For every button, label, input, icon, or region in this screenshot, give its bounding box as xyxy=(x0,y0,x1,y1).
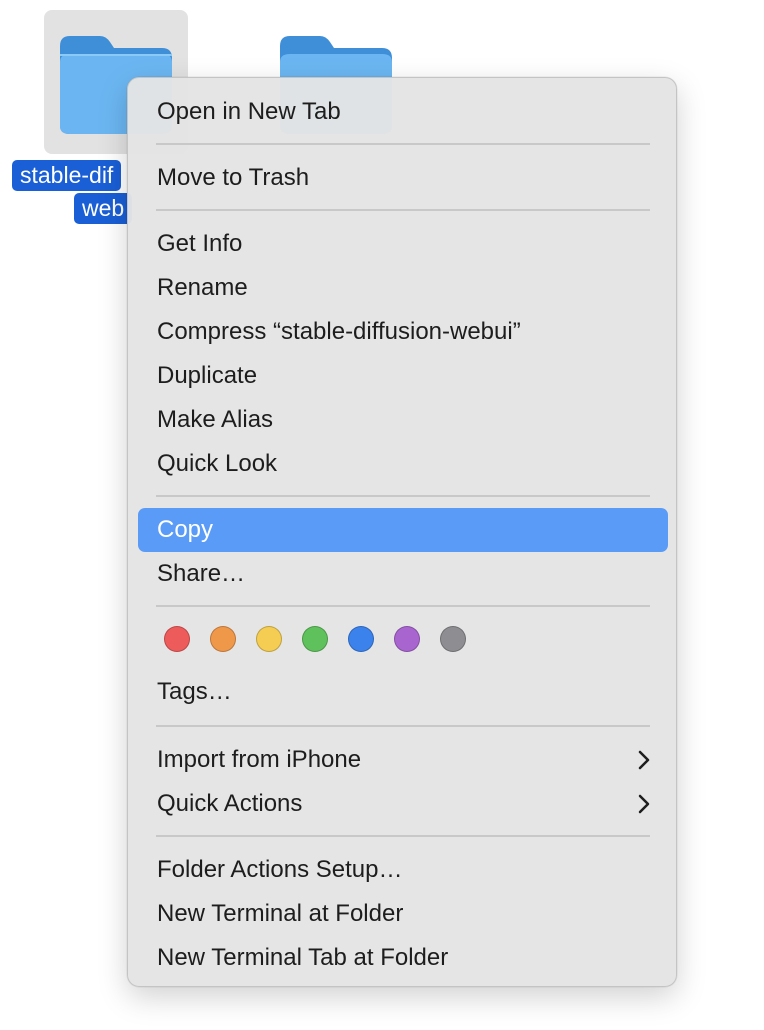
desktop: stable-dif web Open in New Tab Move to T… xyxy=(0,0,764,1030)
tag-blue-dot[interactable] xyxy=(348,626,374,652)
context-menu: Open in New Tab Move to Trash Get Info R… xyxy=(127,77,677,987)
tag-purple-dot[interactable] xyxy=(394,626,420,652)
tag-red-dot[interactable] xyxy=(164,626,190,652)
menu-item-copy[interactable]: Copy xyxy=(138,508,668,552)
menu-item-open-in-new-tab[interactable]: Open in New Tab xyxy=(138,90,668,134)
menu-separator xyxy=(156,143,650,145)
menu-item-quick-actions[interactable]: Quick Actions xyxy=(138,782,668,826)
menu-item-compress[interactable]: Compress “stable-diffusion-webui” xyxy=(138,310,668,354)
menu-item-import-from-iphone[interactable]: Import from iPhone xyxy=(138,738,668,782)
tag-green-dot[interactable] xyxy=(302,626,328,652)
menu-separator xyxy=(156,605,650,607)
menu-separator xyxy=(156,725,650,727)
menu-item-new-terminal-at-folder[interactable]: New Terminal at Folder xyxy=(138,892,668,936)
chevron-right-icon xyxy=(638,794,650,814)
menu-item-get-info[interactable]: Get Info xyxy=(138,222,668,266)
folder-label-line1[interactable]: stable-dif xyxy=(12,160,122,191)
tag-color-row xyxy=(164,626,466,656)
menu-item-quick-actions-label: Quick Actions xyxy=(157,790,303,817)
menu-separator xyxy=(156,209,650,211)
folder-label-line2[interactable]: web xyxy=(74,193,133,224)
menu-item-move-to-trash[interactable]: Move to Trash xyxy=(138,156,668,200)
menu-item-import-from-iphone-label: Import from iPhone xyxy=(157,746,362,773)
menu-separator xyxy=(156,835,650,837)
menu-item-share[interactable]: Share… xyxy=(138,552,668,596)
menu-item-tags[interactable]: Tags… xyxy=(138,670,668,714)
menu-item-quick-look[interactable]: Quick Look xyxy=(138,442,668,486)
menu-item-rename[interactable]: Rename xyxy=(138,266,668,310)
menu-item-folder-actions-setup[interactable]: Folder Actions Setup… xyxy=(138,848,668,892)
tag-yellow-dot[interactable] xyxy=(256,626,282,652)
menu-item-duplicate[interactable]: Duplicate xyxy=(138,354,668,398)
tag-orange-dot[interactable] xyxy=(210,626,236,652)
menu-separator xyxy=(156,495,650,497)
menu-item-new-terminal-tab-at-folder[interactable]: New Terminal Tab at Folder xyxy=(138,936,668,980)
chevron-right-icon xyxy=(638,750,650,770)
tag-gray-dot[interactable] xyxy=(440,626,466,652)
menu-item-make-alias[interactable]: Make Alias xyxy=(138,398,668,442)
